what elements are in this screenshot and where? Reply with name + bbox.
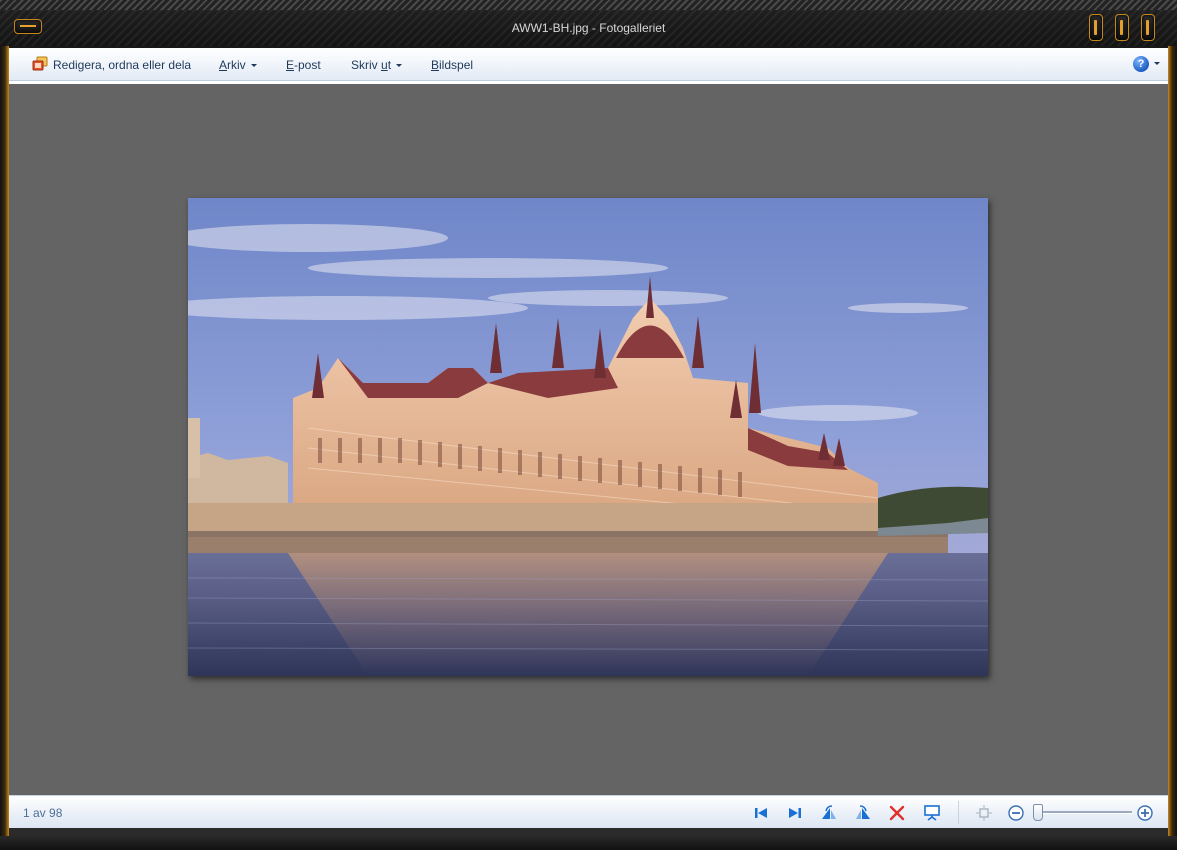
help-chevron-down-icon[interactable]	[1154, 62, 1160, 65]
slideshow-icon[interactable]	[923, 804, 941, 822]
bildspel-label: ildspel	[439, 58, 474, 72]
status-bar: 1 av 98	[9, 795, 1168, 829]
bildspel-menu[interactable]: Bildspel	[431, 58, 473, 72]
help-icon[interactable]: ?	[1133, 56, 1149, 72]
edit-organize-share-menu[interactable]: Redigera, ordna eller dela	[53, 58, 191, 72]
rotate-left-icon[interactable]	[820, 804, 838, 822]
image-counter: 1 av 98	[23, 806, 63, 820]
window-frame-left	[0, 46, 9, 836]
rotate-right-icon[interactable]	[854, 804, 872, 822]
command-bar: Redigera, ordna eller dela Arkiv E-post …	[9, 48, 1168, 81]
skriv-ut-accesskey: u	[381, 58, 388, 72]
delete-icon[interactable]	[888, 804, 906, 822]
window-frame-bottom	[0, 836, 1177, 850]
actual-size-icon[interactable]	[975, 804, 993, 822]
arkiv-menu[interactable]: Arkiv	[219, 58, 257, 72]
next-icon[interactable]	[786, 804, 804, 822]
epost-menu[interactable]: E-post	[286, 58, 321, 72]
zoom-in-icon[interactable]	[1136, 804, 1154, 822]
arkiv-accesskey: A	[219, 58, 228, 72]
maximize-button[interactable]	[1115, 14, 1129, 41]
zoom-slider-thumb[interactable]	[1033, 804, 1043, 821]
photo-gallery-window: AWW1-BH.jpg - Fotogalleriet Redigera, or…	[0, 0, 1177, 850]
zoom-out-icon[interactable]	[1007, 804, 1025, 822]
minimize-button[interactable]	[1089, 14, 1103, 41]
edit-organize-share-label: Redigera, ordna eller dela	[53, 58, 192, 72]
previous-icon[interactable]	[752, 804, 770, 822]
zoom-slider-track[interactable]	[1034, 811, 1132, 814]
window-bottom-border	[9, 828, 1168, 836]
photo-edit-icon[interactable]	[32, 56, 48, 72]
skriv-ut-label-rest: t	[387, 58, 392, 72]
epost-label: -post	[294, 58, 321, 72]
parliament-photo-image	[188, 198, 988, 676]
chevron-down-icon	[250, 64, 257, 67]
close-button[interactable]	[1141, 14, 1155, 41]
bildspel-accesskey: B	[431, 58, 440, 72]
skriv-ut-menu[interactable]: Skriv ut	[351, 58, 403, 72]
window-title: AWW1-BH.jpg - Fotogalleriet	[511, 21, 666, 35]
displayed-photo[interactable]	[188, 198, 988, 676]
chevron-down-icon	[396, 64, 403, 67]
arkiv-label: rkiv	[227, 58, 246, 72]
epost-accesskey: E	[286, 58, 295, 72]
status-divider	[958, 801, 959, 824]
title-bar[interactable]: AWW1-BH.jpg - Fotogalleriet	[0, 0, 1177, 46]
skriv-label: Skriv	[351, 58, 381, 72]
window-frame-right	[1168, 46, 1177, 836]
